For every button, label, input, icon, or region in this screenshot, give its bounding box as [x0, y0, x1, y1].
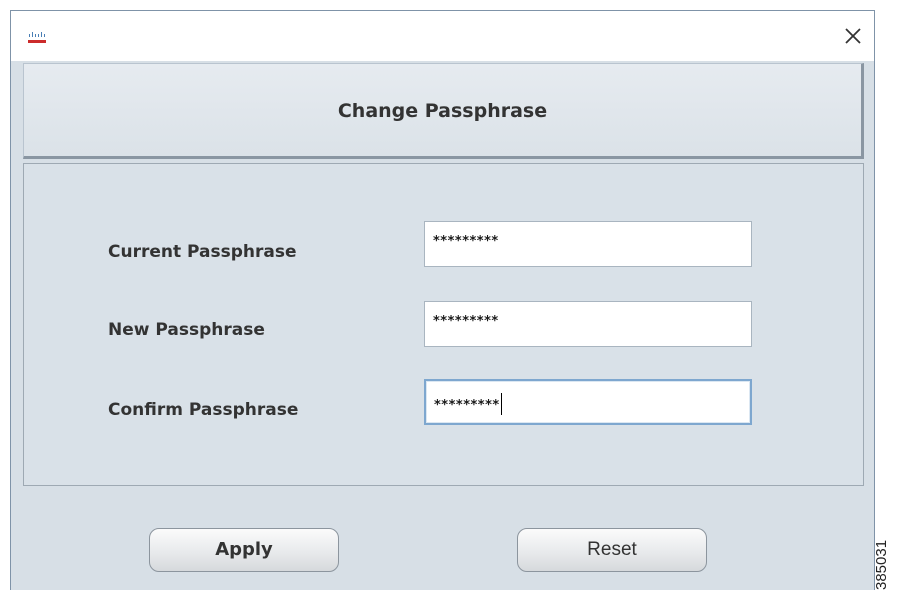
confirm-passphrase-label: Confirm Passphrase — [108, 400, 299, 420]
close-button[interactable] — [838, 21, 868, 51]
change-passphrase-dialog: Change Passphrase Current Passphrase ***… — [10, 10, 875, 590]
passphrase-form: Current Passphrase ********* New Passphr… — [23, 163, 864, 486]
new-passphrase-label: New Passphrase — [108, 320, 265, 340]
cisco-logo-icon — [27, 29, 47, 43]
confirm-passphrase-input[interactable]: ********* — [424, 379, 752, 425]
apply-button[interactable]: Apply — [149, 528, 339, 572]
title-bar — [11, 11, 874, 61]
current-passphrase-input[interactable]: ********* — [424, 221, 752, 267]
text-caret — [500, 393, 502, 415]
current-passphrase-value: ********* — [433, 234, 499, 249]
new-passphrase-value: ********* — [433, 314, 499, 329]
page-title: Change Passphrase — [337, 100, 548, 122]
close-icon — [845, 28, 861, 44]
figure-id: 385031 — [873, 539, 890, 590]
header-bar: Change Passphrase — [23, 63, 864, 159]
current-passphrase-label: Current Passphrase — [108, 242, 297, 262]
new-passphrase-input[interactable]: ********* — [424, 301, 752, 347]
confirm-passphrase-value: ********* — [434, 398, 500, 413]
reset-button[interactable]: Reset — [517, 528, 707, 572]
